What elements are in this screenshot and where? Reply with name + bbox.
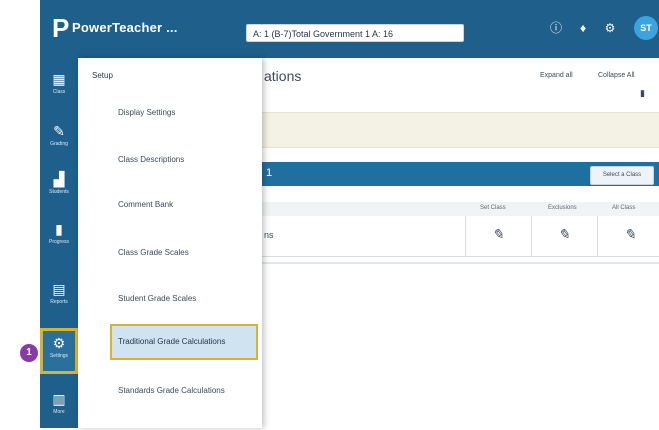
gear-icon[interactable]: ⚙ — [602, 20, 618, 36]
page-title: ations — [264, 68, 302, 84]
menu-item-comment-bank[interactable]: Comment Bank — [118, 200, 173, 209]
sidebar-item-grading[interactable]: ✎ Grading — [40, 116, 78, 162]
app-window: P PowerTeacher ... A: 1 (B-7)Total Gover… — [0, 0, 659, 428]
bell-icon[interactable]: ♦ — [575, 20, 591, 36]
menu-item-traditional-grade-calculations[interactable]: Traditional Grade Calculations — [110, 324, 258, 360]
sidebar-item-progress[interactable]: ▮ Progress — [40, 214, 78, 260]
collapse-all-link[interactable]: Collapse All — [598, 72, 635, 79]
progress-icon: ▮ — [55, 221, 63, 237]
sidebar-item-more[interactable]: ▥ More — [40, 384, 78, 430]
roster-icon: ▦ — [52, 71, 66, 87]
left-margin — [0, 0, 40, 428]
sidebar-item-label: Settings — [49, 353, 69, 359]
column-header-row — [262, 202, 659, 217]
row-label: ns — [264, 230, 274, 240]
sidebar-item-settings[interactable]: ⚙ Settings — [40, 328, 78, 374]
section-header-title: 1 — [266, 167, 273, 179]
divider — [262, 262, 659, 264]
user-avatar[interactable]: ST — [634, 16, 658, 40]
cell-divider — [531, 216, 532, 256]
sidebar-item-label: Grading — [50, 141, 68, 147]
app-title[interactable]: PowerTeacher ... — [72, 20, 178, 35]
sidebar-item-label: Progress — [48, 239, 69, 245]
select-class-button[interactable]: Select a Class — [590, 166, 654, 185]
powerteacher-logo-icon[interactable]: P — [52, 14, 69, 42]
sidebar-item-label: More — [53, 409, 65, 415]
edit-pencil-icon[interactable]: ✎ — [624, 226, 636, 243]
grading-icon: ✎ — [53, 123, 65, 139]
reports-icon: ▤ — [52, 281, 66, 297]
expand-all-link[interactable]: Expand all — [540, 72, 573, 79]
settings-gear-icon: ⚙ — [52, 335, 66, 351]
column-header-exclusions: Exclusions — [548, 205, 577, 211]
more-icon: ▥ — [52, 391, 66, 407]
sidebar-item-reports[interactable]: ▤ Reports — [40, 274, 78, 320]
cell-divider — [465, 216, 466, 256]
column-header-set-class: Set Class — [480, 205, 506, 211]
menu-item-class-grade-scales[interactable]: Class Grade Scales — [118, 248, 189, 257]
callout-badge-1: 1 — [20, 344, 38, 362]
edit-pencil-icon[interactable]: ✎ — [492, 226, 504, 243]
menu-item-display-settings[interactable]: Display Settings — [118, 108, 175, 117]
sidebar-item-students[interactable]: ▟ Students — [40, 164, 78, 210]
edit-pencil-icon[interactable]: ✎ — [558, 226, 570, 243]
notice-banner — [262, 112, 659, 148]
setup-menu-title: Setup — [92, 71, 113, 80]
sidebar-item-roster[interactable]: ▦ Class — [40, 64, 78, 110]
info-icon[interactable]: ⓘ — [548, 20, 564, 36]
term-selector[interactable]: A: 1 (B-7)Total Government 1 A: 16 — [246, 24, 464, 42]
sidebar-item-label: Class — [52, 89, 66, 95]
menu-item-standards-grade-calculations[interactable]: Standards Grade Calculations — [118, 386, 225, 395]
cell-divider — [597, 216, 598, 256]
sidebar-item-label: Students — [49, 189, 69, 195]
column-header-all-class: All Class — [612, 205, 636, 211]
delete-icon[interactable]: ▮ — [640, 88, 645, 99]
table-row — [262, 216, 659, 257]
menu-item-class-descriptions[interactable]: Class Descriptions — [118, 155, 184, 164]
sidebar-item-label: Reports — [50, 299, 68, 305]
students-icon: ▟ — [53, 171, 65, 187]
menu-item-student-grade-scales[interactable]: Student Grade Scales — [118, 294, 196, 303]
